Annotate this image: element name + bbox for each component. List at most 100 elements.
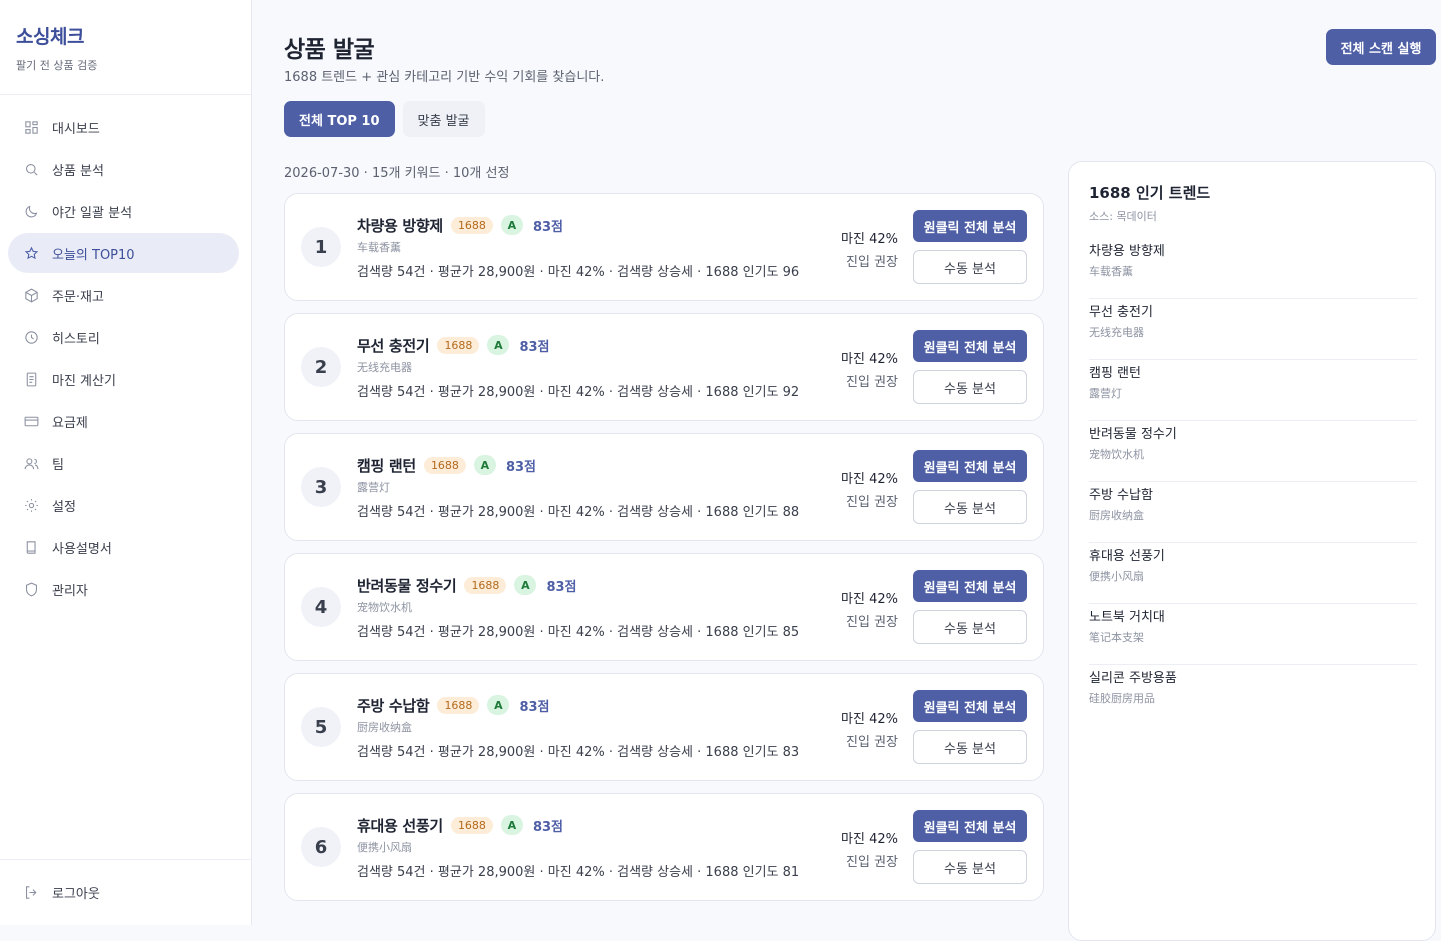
trend-chinese-name: 宠物饮水机 bbox=[1089, 448, 1144, 461]
entry-advice: 진입 권장 bbox=[846, 375, 898, 390]
manual-analysis-button[interactable]: 수동 분석 bbox=[913, 250, 1027, 284]
sidebar-item-label: 야간 일괄 분석 bbox=[52, 205, 133, 221]
trend-item[interactable]: 차량용 방향제 车载香薰 bbox=[1089, 238, 1417, 299]
gear-icon bbox=[22, 496, 40, 514]
sidebar-item-7[interactable]: 요금제 bbox=[8, 401, 239, 441]
one-click-analysis-button[interactable]: 원클릭 전체 분석 bbox=[913, 570, 1027, 602]
manual-analysis-button[interactable]: 수동 분석 bbox=[913, 490, 1027, 524]
trend-item[interactable]: 반려동물 정수기 宠物饮水机 bbox=[1089, 421, 1417, 482]
grade-badge: A bbox=[500, 215, 523, 235]
full-scan-button[interactable]: 전체 스캔 실행 bbox=[1326, 29, 1436, 65]
margin-box: 마진 42% 진입 권장 bbox=[841, 348, 898, 390]
sidebar-nav: 대시보드 상품 분석야간 일괄 분석오늘의 TOP10 주문·재고히스토리마진 계산… bbox=[0, 95, 251, 609]
source-badge: 1688 bbox=[437, 696, 480, 714]
trend-name: 캠핑 랜턴 bbox=[1089, 366, 1141, 381]
shield-icon bbox=[22, 580, 40, 598]
one-click-analysis-button[interactable]: 원클릭 전체 분석 bbox=[913, 450, 1027, 482]
trend-chinese-name: 无线充电器 bbox=[1089, 326, 1144, 339]
tab-all-top10[interactable]: 전체 TOP 10 bbox=[284, 101, 395, 137]
product-title-row: 반려동물 정수기 1688 A 83점 bbox=[357, 574, 877, 596]
product-title-row: 차량용 방향제 1688 A 83점 bbox=[357, 214, 877, 236]
trend-panel: 1688 인기 트렌드 소스: 목데이터 차량용 방향제 车载香薰 무선 충전기 无线… bbox=[1068, 161, 1436, 941]
brand-subtitle: 팔기 전 상품 검증 bbox=[16, 59, 98, 72]
product-card: 5 주방 수납함 1688 A 83점 厨房收纳盒 검색량 54건 · 평균가 28,900… bbox=[284, 673, 1044, 781]
trend-name: 반려동물 정수기 bbox=[1089, 427, 1177, 442]
trend-item[interactable]: 캠핑 랜턴 露营灯 bbox=[1089, 360, 1417, 421]
grade-badge: A bbox=[487, 695, 510, 715]
sidebar-item-3[interactable]: 오늘의 TOP10 bbox=[8, 233, 239, 273]
trend-title: 1688 인기 트렌드 bbox=[1089, 184, 1211, 202]
logout-button[interactable]: 로그아웃 bbox=[0, 859, 251, 925]
product-stats: 검색량 54건 · 평균가 28,900원 · 마진 42% · 검색량 상승세… bbox=[357, 265, 800, 280]
sidebar-item-5[interactable]: 히스토리 bbox=[8, 317, 239, 357]
page-subtitle: 1688 트렌드 + 관심 카테고리 기반 수익 기회를 찾습니다. bbox=[284, 70, 605, 85]
trend-item[interactable]: 휴대용 선풍기 便携小风扇 bbox=[1089, 543, 1417, 604]
sidebar-item-label: 오늘의 TOP10 bbox=[52, 247, 135, 263]
sidebar-item-label: 사용설명서 bbox=[52, 541, 112, 557]
sidebar-item-10[interactable]: 사용설명서 bbox=[8, 527, 239, 567]
product-info: 반려동물 정수기 1688 A 83점 宠物饮水机 검색량 54건 · 평균가 28,90… bbox=[357, 574, 877, 640]
trend-item[interactable]: 노트북 거치대 笔记本支架 bbox=[1089, 604, 1417, 665]
one-click-analysis-button[interactable]: 원클릭 전체 분석 bbox=[913, 690, 1027, 722]
grade-badge: A bbox=[487, 335, 510, 355]
margin-value: 마진 42% bbox=[841, 712, 898, 727]
trend-list: 차량용 방향제 车载香薰 무선 충전기 无线充电器 캠핑 랜턴 露营灯 반려동물 정수기 宠物… bbox=[1089, 238, 1417, 726]
margin-value: 마진 42% bbox=[841, 232, 898, 247]
users-icon bbox=[22, 454, 40, 472]
sidebar-item-2[interactable]: 야간 일괄 분석 bbox=[8, 191, 239, 231]
product-score: 83점 bbox=[532, 219, 563, 235]
manual-analysis-button[interactable]: 수동 분석 bbox=[913, 610, 1027, 644]
sidebar-item-11[interactable]: 관리자 bbox=[8, 569, 239, 609]
sidebar-item-6[interactable]: 마진 계산기 bbox=[8, 359, 239, 399]
trend-name: 휴대용 선풍기 bbox=[1089, 549, 1165, 564]
sidebar-item-8[interactable]: 팀 bbox=[8, 443, 239, 483]
product-chinese-name: 便携小风扇 bbox=[357, 841, 412, 854]
manual-analysis-button[interactable]: 수동 분석 bbox=[913, 730, 1027, 764]
product-chinese-name: 厨房收纳盒 bbox=[357, 721, 412, 734]
source-badge: 1688 bbox=[423, 456, 466, 474]
document-icon bbox=[22, 370, 40, 388]
trend-source: 소스: 목데이터 bbox=[1089, 210, 1157, 223]
product-name: 주방 수납함 bbox=[357, 696, 430, 715]
trend-item[interactable]: 실리콘 주방용품 硅胶厨房用品 bbox=[1089, 665, 1417, 726]
product-title-row: 주방 수납함 1688 A 83점 bbox=[357, 694, 877, 716]
product-chinese-name: 宠物饮水机 bbox=[357, 601, 412, 614]
margin-box: 마진 42% 진입 권장 bbox=[841, 588, 898, 630]
product-stats: 검색량 54건 · 평균가 28,900원 · 마진 42% · 검색량 상승세… bbox=[357, 385, 800, 400]
product-title-row: 무선 충전기 1688 A 83점 bbox=[357, 334, 877, 356]
clock-icon bbox=[22, 328, 40, 346]
product-name: 휴대용 선풍기 bbox=[357, 816, 443, 835]
source-badge: 1688 bbox=[450, 816, 493, 834]
trend-chinese-name: 车载香薰 bbox=[1089, 265, 1133, 278]
sidebar-item-0[interactable]: 대시보드 bbox=[8, 107, 239, 147]
trend-name: 실리콘 주방용품 bbox=[1089, 671, 1177, 686]
trend-name: 무선 충전기 bbox=[1089, 305, 1153, 320]
sidebar-item-label: 요금제 bbox=[52, 415, 88, 431]
one-click-analysis-button[interactable]: 원클릭 전체 분석 bbox=[913, 210, 1027, 242]
margin-value: 마진 42% bbox=[841, 592, 898, 607]
book-icon bbox=[22, 538, 40, 556]
rank-number: 1 bbox=[301, 227, 341, 267]
trend-item[interactable]: 주방 수납함 厨房收纳盒 bbox=[1089, 482, 1417, 543]
manual-analysis-button[interactable]: 수동 분석 bbox=[913, 850, 1027, 884]
product-name: 반려동물 정수기 bbox=[357, 576, 457, 595]
one-click-analysis-button[interactable]: 원클릭 전체 분석 bbox=[913, 810, 1027, 842]
margin-value: 마진 42% bbox=[841, 832, 898, 847]
sidebar-item-4[interactable]: 주문·재고 bbox=[8, 275, 239, 315]
sidebar-item-9[interactable]: 설정 bbox=[8, 485, 239, 525]
trend-name: 노트북 거치대 bbox=[1089, 610, 1165, 625]
manual-analysis-button[interactable]: 수동 분석 bbox=[913, 370, 1027, 404]
logout-label: 로그아웃 bbox=[52, 887, 100, 902]
product-stats: 검색량 54건 · 평균가 28,900원 · 마진 42% · 검색량 상승세… bbox=[357, 505, 800, 520]
margin-box: 마진 42% 진입 권장 bbox=[841, 228, 898, 270]
trend-item[interactable]: 무선 충전기 无线充电器 bbox=[1089, 299, 1417, 360]
sidebar-item-1[interactable]: 상품 분석 bbox=[8, 149, 239, 189]
moon-icon bbox=[22, 202, 40, 220]
tab-custom-discovery[interactable]: 맞춤 발굴 bbox=[402, 101, 485, 137]
trend-chinese-name: 硅胶厨房用品 bbox=[1089, 692, 1155, 705]
grade-badge: A bbox=[500, 815, 523, 835]
sidebar-item-label: 히스토리 bbox=[52, 331, 100, 347]
product-info: 차량용 방향제 1688 A 83점 车载香薰 검색량 54건 · 평균가 28,900원… bbox=[357, 214, 877, 280]
product-card: 6 휴대용 선풍기 1688 A 83점 便携小风扇 검색량 54건 · 평균가 28,90… bbox=[284, 793, 1044, 901]
one-click-analysis-button[interactable]: 원클릭 전체 분석 bbox=[913, 330, 1027, 362]
